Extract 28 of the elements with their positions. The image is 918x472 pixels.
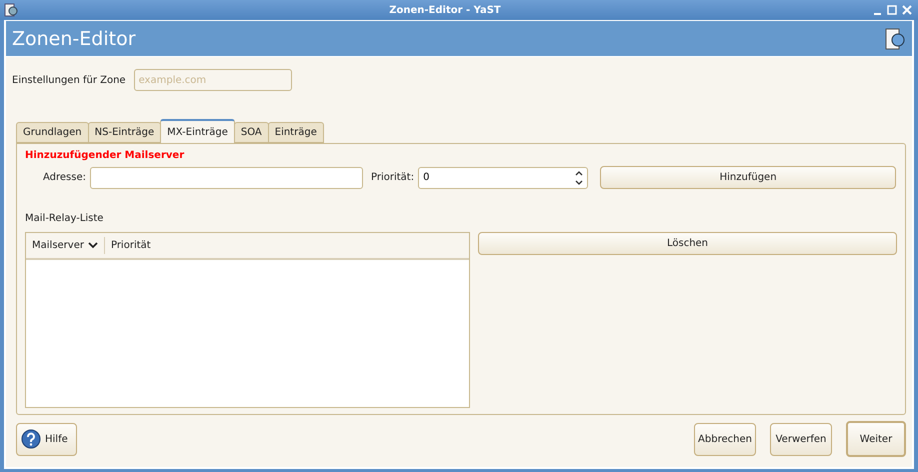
help-icon [21,429,41,449]
zone-field[interactable]: example.com [134,69,292,91]
priority-label: Priorität: [371,172,414,183]
app-icon [4,3,18,17]
dialog-button[interactable]: Verwerfen [770,422,832,456]
tab[interactable]: Grundlagen [16,122,89,143]
delete-button[interactable]: Löschen [478,232,897,255]
dialog-button[interactable]: Weiter [846,421,906,457]
tab[interactable]: Einträge [268,122,324,143]
mail-relay-table[interactable]: Mailserver Priorität [25,232,470,408]
add-button[interactable]: Hinzufügen [600,166,896,189]
address-field[interactable] [90,166,363,188]
address-label: Adresse: [43,172,86,183]
window-controls-icon[interactable] [872,4,914,16]
dialog-button[interactable]: Abbrechen [694,422,756,456]
column-header[interactable]: Mailserver [26,237,105,254]
list-label: Mail-Relay-Liste [25,213,104,224]
column-header[interactable]: Priorität [104,237,157,254]
priority-spinbox[interactable]: 0 [418,166,588,188]
tab[interactable]: SOA [234,122,269,143]
section-title: Hinzuzufügender Mailserver [25,150,186,161]
dns-server-icon [884,26,906,50]
dialog-heading: Zonen-Editor [12,28,136,50]
help-button[interactable]: Hilfe [16,422,77,456]
tab[interactable]: NS-Einträge [88,122,162,143]
zone-label: Einstellungen für Zone [12,74,126,86]
window-title: Zonen-Editor - YaST [388,4,502,16]
sort-caret-icon [88,242,98,249]
